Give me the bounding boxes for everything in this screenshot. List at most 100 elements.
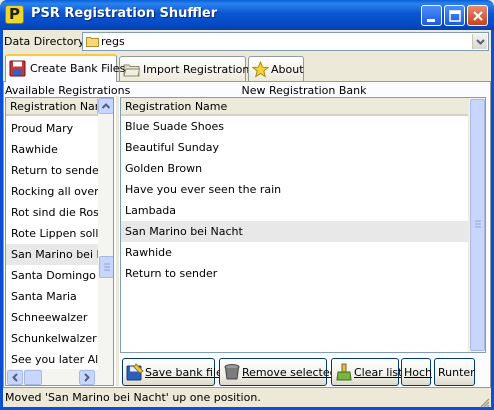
- list-item[interactable]: San Marino bei Nacht: [6, 244, 98, 265]
- new-registration-bank-title: New Registration Bank: [241, 84, 367, 97]
- data-directory-label: Data Directory:: [4, 35, 88, 48]
- list-item[interactable]: Return to sender: [121, 263, 468, 284]
- maximize-button[interactable]: [444, 5, 465, 26]
- list-item[interactable]: Santa Maria: [6, 286, 98, 307]
- list-item-label: Return to sender: [125, 267, 218, 280]
- grip-icon: [104, 263, 110, 271]
- list-item-label: Schunkelwalzer Medley: [11, 332, 98, 345]
- tab-import-registrations[interactable]: Import Registrations: [119, 56, 255, 82]
- new-registration-bank-list[interactable]: Registration Name Blue Suade Shoes Beauti…: [120, 97, 486, 353]
- move-up-button[interactable]: Hoch: [401, 358, 433, 386]
- scroll-thumb-horizontal[interactable]: [24, 370, 42, 385]
- close-icon: [473, 11, 483, 21]
- tab-label: Create Bank Files: [30, 62, 126, 75]
- list-item-label: Rawhide: [125, 246, 172, 259]
- column-header-label: Registration Name: [10, 100, 97, 113]
- list-item[interactable]: Schneewalzer: [6, 307, 98, 328]
- list-item[interactable]: Rawhide: [6, 139, 98, 160]
- floppy-disk-icon: [9, 60, 26, 77]
- list-item[interactable]: Rocking all over the world: [6, 181, 98, 202]
- tab-create-bank-files[interactable]: Create Bank Files: [5, 54, 125, 82]
- button-label: Runter: [438, 366, 475, 379]
- list-item-label: San Marino bei Nacht: [11, 248, 98, 261]
- list-item[interactable]: Santa Domingo: [6, 265, 98, 286]
- save-bank-file-button[interactable]: Save bank file: [122, 358, 223, 386]
- list-item[interactable]: Have you ever seen the rain: [121, 179, 468, 200]
- list-item-label: Rote Lippen soll man küssen: [11, 227, 98, 240]
- list-item-label: Return to sender: [11, 164, 98, 177]
- vertical-scrollbar[interactable]: [98, 98, 114, 369]
- remove-selected-button[interactable]: Remove selected: [219, 358, 337, 386]
- button-label: Clear list: [354, 366, 403, 379]
- list-item-label: Have you ever seen the rain: [125, 183, 282, 196]
- button-label: Save bank file: [145, 366, 223, 379]
- grip-icon: [475, 220, 481, 228]
- status-message: Moved 'San Marino bei Nacht' up one posi…: [5, 391, 261, 404]
- available-registrations-title: Available Registrations: [5, 84, 131, 97]
- trash-can-icon: [224, 364, 240, 380]
- close-button[interactable]: [467, 5, 488, 26]
- scroll-left-icon[interactable]: [7, 370, 23, 385]
- column-header-registration-name[interactable]: Registration Name: [6, 98, 98, 116]
- resize-grip-icon[interactable]: [478, 396, 490, 408]
- scroll-right-icon[interactable]: [79, 370, 95, 385]
- list-item[interactable]: Golden Brown: [121, 158, 468, 179]
- tab-about[interactable]: About: [248, 56, 304, 82]
- splitter-handle[interactable]: [116, 96, 119, 386]
- broom-icon: [336, 363, 352, 381]
- list-item-label: Rocking all over the world: [11, 185, 98, 198]
- app-icon: P: [5, 5, 24, 24]
- data-directory-combo[interactable]: regs: [82, 32, 489, 51]
- status-bar: Moved 'San Marino bei Nacht' up one posi…: [3, 389, 491, 407]
- list-item-label: San Marino bei Nacht: [125, 225, 243, 238]
- window-title: PSR Registration Shuffler: [31, 6, 218, 21]
- chevron-down-icon: [476, 39, 485, 45]
- list-item-label: See you later Alligator: [11, 353, 98, 366]
- list-item[interactable]: Rote Lippen soll man küssen: [6, 223, 98, 244]
- folder-icon: [123, 64, 140, 77]
- list-item[interactable]: Lambada: [121, 200, 468, 221]
- list-item-label: Blue Suade Shoes: [125, 120, 224, 133]
- list-item[interactable]: Return to sender: [6, 160, 98, 181]
- move-down-button[interactable]: Runter: [434, 358, 475, 386]
- list-item[interactable]: San Marino bei Nacht: [121, 221, 468, 242]
- list-item[interactable]: Beautiful Sunday: [121, 137, 468, 158]
- data-directory-value: regs: [101, 35, 125, 48]
- list-item-label: Rot sind die Rosen: [11, 206, 98, 219]
- minimize-icon: [427, 19, 435, 22]
- scroll-thumb[interactable]: [470, 99, 485, 351]
- list-item[interactable]: Rawhide: [121, 242, 468, 263]
- list-item[interactable]: Rot sind die Rosen: [6, 202, 98, 223]
- list-item-label: Schneewalzer: [11, 311, 88, 324]
- column-header-label: Registration Name: [125, 100, 228, 113]
- star-icon: [252, 61, 269, 78]
- column-header-registration-name[interactable]: Registration Name: [121, 98, 468, 116]
- list-item-label: Santa Maria: [11, 290, 77, 303]
- list-item[interactable]: Proud Mary: [6, 118, 98, 139]
- button-label: Hoch: [404, 366, 433, 379]
- list-item-label: Lambada: [125, 204, 177, 217]
- dropdown-button[interactable]: [472, 34, 487, 49]
- tab-label: About: [271, 63, 304, 76]
- list-item-label: Santa Domingo: [11, 269, 96, 282]
- scroll-up-icon[interactable]: [98, 98, 114, 114]
- list-item[interactable]: Schunkelwalzer Medley: [6, 328, 98, 349]
- minimize-button[interactable]: [421, 5, 442, 26]
- folder-icon: [86, 37, 99, 47]
- scroll-thumb[interactable]: [99, 256, 113, 278]
- button-label: Remove selected: [242, 366, 337, 379]
- tab-label: Import Registrations: [143, 63, 256, 76]
- list-item-label: Beautiful Sunday: [125, 141, 219, 154]
- title-bar[interactable]: P PSR Registration Shuffler: [0, 0, 494, 30]
- list-item-label: Golden Brown: [125, 162, 203, 175]
- list-item[interactable]: See you later Alligator: [6, 349, 98, 370]
- maximize-icon: [449, 10, 461, 22]
- clear-list-button[interactable]: Clear list: [331, 358, 403, 386]
- available-registrations-list[interactable]: Registration Name Proud Mary Rawhide Retur…: [5, 97, 114, 386]
- list-item-label: Rawhide: [11, 143, 58, 156]
- vertical-scrollbar[interactable]: [468, 98, 485, 352]
- list-item[interactable]: Blue Suade Shoes: [121, 116, 468, 137]
- horizontal-scrollbar[interactable]: [6, 369, 113, 385]
- save-icon: [126, 363, 144, 381]
- list-item-label: Proud Mary: [11, 122, 74, 135]
